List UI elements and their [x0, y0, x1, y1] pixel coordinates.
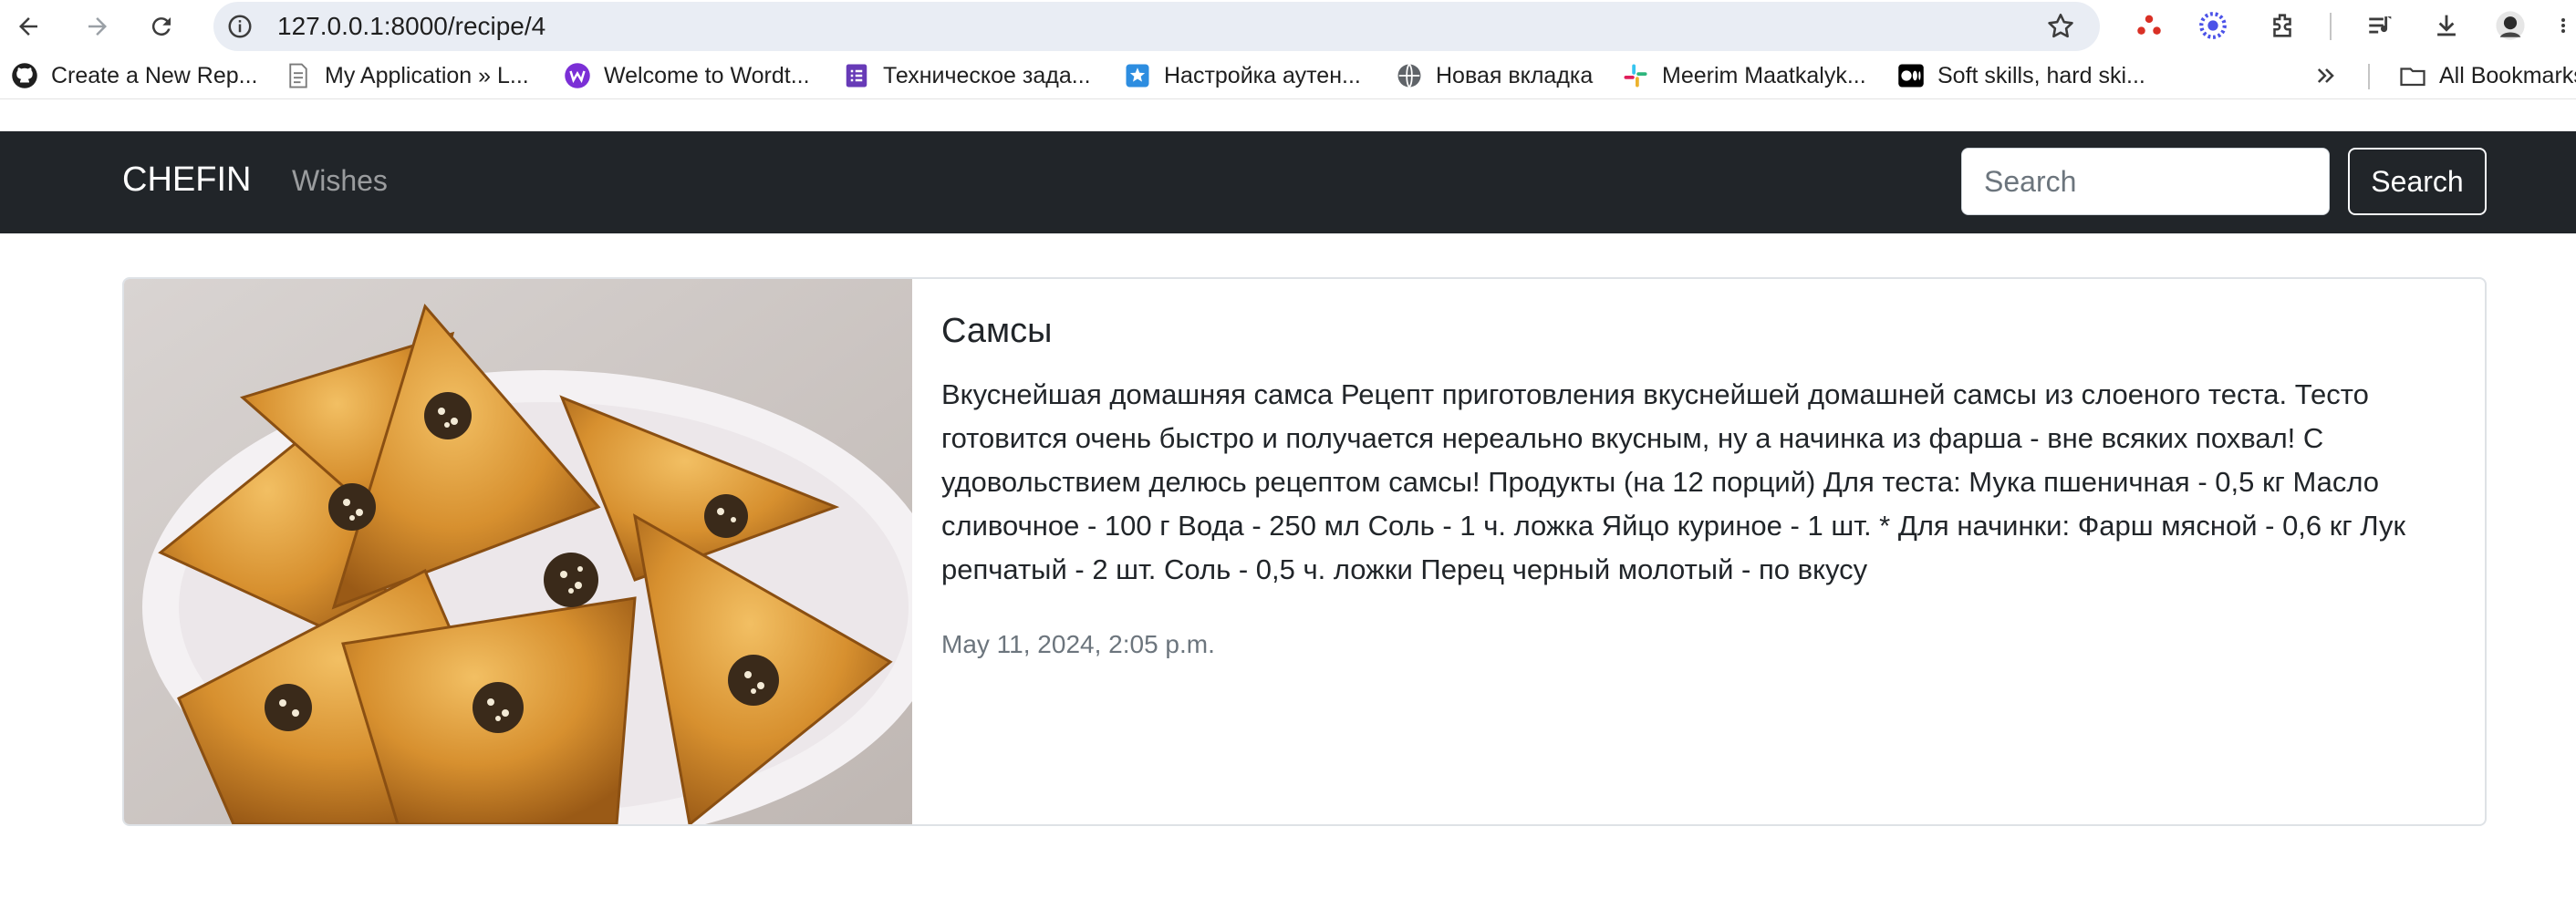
- bookmark-item[interactable]: Soft skills, hard ski...: [1897, 60, 2145, 91]
- recipe-title: Самсы: [941, 312, 1053, 350]
- bookmarks-bar: Create a New Rep... My Application » L..…: [0, 53, 2576, 99]
- extension-red-icon[interactable]: [2131, 7, 2167, 44]
- bookmark-item[interactable]: Create a New Rep...: [11, 60, 258, 91]
- browser-toolbar: 127.0.0.1:8000/recipe/4: [0, 0, 2576, 53]
- document-icon: [289, 63, 307, 88]
- back-icon[interactable]: [7, 5, 49, 47]
- bookmark-label: Новая вкладка: [1436, 62, 1594, 88]
- url-text: 127.0.0.1:8000/recipe/4: [277, 12, 546, 40]
- download-icon[interactable]: [2428, 7, 2465, 44]
- bookmark-label: Soft skills, hard ski...: [1937, 62, 2145, 88]
- bookmark-item[interactable]: Welcome to Wordt...: [564, 60, 810, 91]
- github-icon: [12, 63, 37, 88]
- site-info-icon[interactable]: [226, 13, 254, 40]
- chevron-double-right-icon[interactable]: [2313, 60, 2339, 91]
- bookmark-item[interactable]: Новая вкладка: [1396, 60, 1593, 91]
- bookmark-item[interactable]: Meerim Maatkalyk...: [1622, 60, 1866, 91]
- all-bookmarks-label: All Bookmarks: [2439, 62, 2576, 88]
- bookmark-label: Welcome to Wordt...: [604, 62, 810, 88]
- medium-icon: [1898, 64, 1924, 88]
- brand-logo[interactable]: CHEFIN: [122, 160, 251, 200]
- bookmark-label: Create a New Rep...: [51, 62, 258, 88]
- nav-link-wishes[interactable]: Wishes: [292, 164, 388, 198]
- bookmark-item[interactable]: Техническое зада...: [843, 60, 1091, 91]
- wordtune-icon: [565, 63, 590, 88]
- slack-icon: [1624, 64, 1647, 88]
- browser-menu-icon[interactable]: [2554, 7, 2572, 44]
- globe-icon: [1397, 63, 1421, 88]
- all-bookmarks-button[interactable]: All Bookmarks: [2399, 60, 2576, 91]
- bookmark-label: Meerim Maatkalyk...: [1662, 62, 1866, 88]
- recipe-card: Самсы Вкуснейшая домашняя самса Рецепт п…: [122, 277, 2487, 826]
- media-queue-icon[interactable]: [2363, 7, 2399, 44]
- app-icon: [1126, 64, 1149, 88]
- reload-icon[interactable]: [140, 5, 182, 47]
- bookmark-item[interactable]: My Application » L...: [285, 60, 529, 91]
- bookmark-label: Техническое зада...: [883, 62, 1091, 88]
- forms-icon: [846, 64, 867, 88]
- address-bar[interactable]: 127.0.0.1:8000/recipe/4: [213, 2, 2100, 51]
- site-navbar: CHEFIN Wishes Search: [0, 131, 2576, 233]
- recipe-date: May 11, 2024, 2:05 p.m.: [941, 630, 1215, 658]
- forward-icon[interactable]: [77, 5, 119, 47]
- recipe-image: [124, 279, 912, 824]
- bookmark-item[interactable]: Настройка аутен...: [1124, 60, 1361, 91]
- bookmark-label: My Application » L...: [325, 62, 529, 88]
- search-button[interactable]: Search: [2348, 148, 2487, 215]
- search-input[interactable]: [1961, 148, 2330, 215]
- profile-avatar-icon[interactable]: [2492, 7, 2529, 44]
- bookmark-label: Настройка аутен...: [1164, 62, 1361, 88]
- bookmarks-divider: [2368, 64, 2370, 89]
- folder-icon: [2400, 67, 2425, 87]
- extension-star-icon[interactable]: [2195, 7, 2231, 44]
- extensions-puzzle-icon[interactable]: [2264, 7, 2301, 44]
- toolbar-divider: [2330, 13, 2332, 40]
- recipe-description: Вкуснейшая домашняя самса Рецепт пригото…: [941, 378, 2406, 585]
- bookmark-star-icon[interactable]: [2045, 11, 2076, 42]
- card-body: Самсы Вкуснейшая домашняя самса Рецепт п…: [941, 305, 2457, 659]
